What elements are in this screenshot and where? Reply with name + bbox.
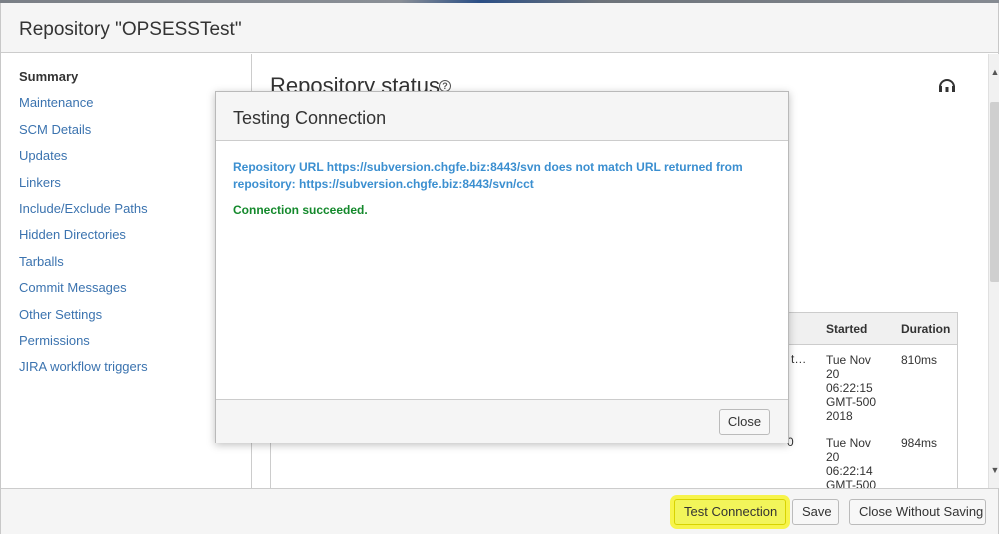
column-duration: Duration (901, 322, 951, 336)
sidebar-item-include-exclude-paths[interactable]: Include/Exclude Paths (1, 196, 251, 222)
sidebar-item-other-settings[interactable]: Other Settings (1, 302, 251, 328)
test-connection-button[interactable]: Test Connection (674, 499, 786, 525)
row-duration: 984ms (901, 436, 938, 450)
modal-header: Testing Connection (216, 92, 788, 141)
row-partial-text: t… (791, 352, 807, 366)
sidebar-item-tarballs[interactable]: Tarballs (1, 249, 251, 275)
close-without-saving-button[interactable]: Close Without Saving (849, 499, 986, 525)
row-started: Tue Nov 20 06:22:15 GMT-500 2018 (826, 353, 877, 423)
connection-success-message: Connection succeeded. (233, 203, 368, 217)
column-started: Started (826, 322, 868, 336)
sidebar-item-hidden-directories[interactable]: Hidden Directories (1, 222, 251, 248)
dialog-footer: Test Connection Save Close Without Savin… (1, 488, 998, 534)
modal-title: Testing Connection (233, 108, 387, 128)
sidebar-item-summary[interactable]: Summary (1, 64, 251, 90)
sidebar-item-maintenance[interactable]: Maintenance (1, 90, 251, 116)
save-button[interactable]: Save (792, 499, 839, 525)
sidebar-item-updates[interactable]: Updates (1, 143, 251, 169)
sidebar-item-permissions[interactable]: Permissions (1, 328, 251, 354)
sidebar-item-commit-messages[interactable]: Commit Messages (1, 275, 251, 301)
scroll-down-icon[interactable]: ▼ (989, 462, 999, 478)
sidebar-item-scm-details[interactable]: SCM Details (1, 117, 251, 143)
sidebar-item-jira-workflow-triggers[interactable]: JIRA workflow triggers (1, 354, 251, 380)
scroll-up-icon[interactable]: ▲ (989, 64, 999, 80)
dialog-header: Repository "OPSESSTest" (1, 3, 998, 53)
dialog-title: Repository "OPSESSTest" (19, 19, 242, 40)
row-duration: 810ms (901, 353, 938, 367)
modal-close-button[interactable]: Close (719, 409, 770, 435)
main-scrollbar[interactable]: ▲ ▼ (988, 54, 999, 488)
row-started: Tue Nov 20 06:22:14 GMT-500 (826, 436, 877, 488)
testing-connection-modal: Testing Connection Repository URL https:… (215, 91, 789, 443)
sidebar-item-linkers[interactable]: Linkers (1, 170, 251, 196)
modal-footer: Close (216, 399, 788, 443)
url-mismatch-message: Repository URL https://subversion.chgfe.… (233, 160, 743, 191)
refresh-icon[interactable] (937, 75, 957, 95)
scroll-thumb[interactable] (990, 102, 999, 282)
